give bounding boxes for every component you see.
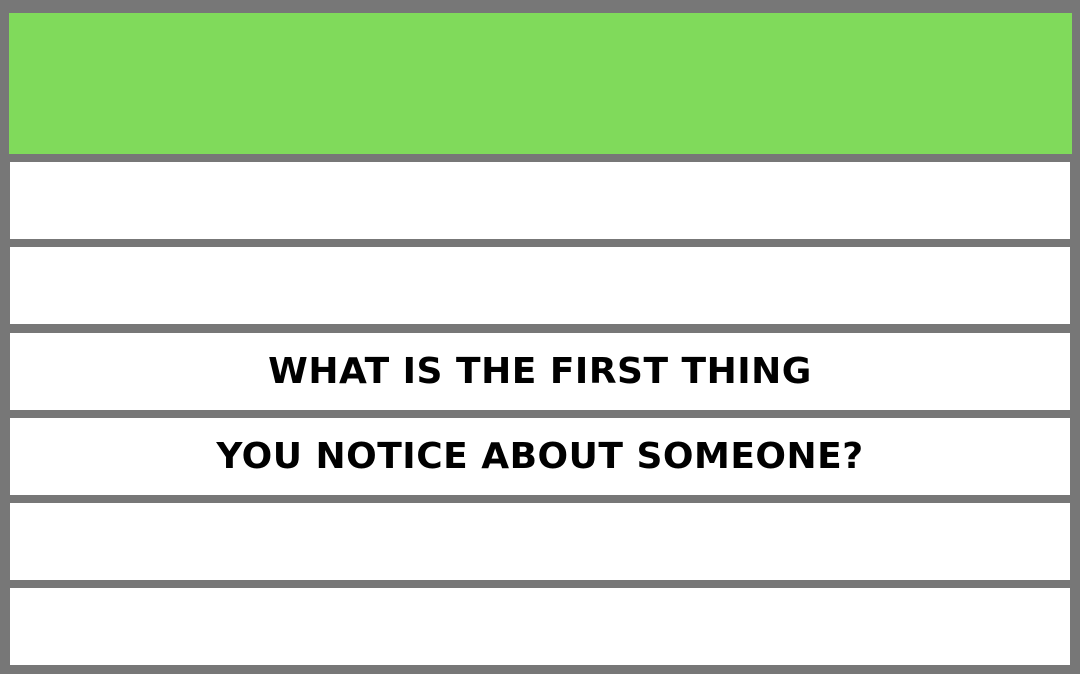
blank-line-row xyxy=(10,588,1070,665)
header-band xyxy=(9,13,1072,154)
question-line-2: YOU NOTICE ABOUT SOMEONE? xyxy=(216,436,864,477)
blank-line-row xyxy=(10,162,1070,239)
question-card: WHAT IS THE FIRST THING YOU NOTICE ABOUT… xyxy=(0,0,1080,674)
question-line-1: WHAT IS THE FIRST THING xyxy=(268,351,812,392)
blank-line-row xyxy=(10,247,1070,324)
question-line-row-1: WHAT IS THE FIRST THING xyxy=(10,333,1070,410)
question-line-row-2: YOU NOTICE ABOUT SOMEONE? xyxy=(10,418,1070,495)
blank-line-row xyxy=(10,503,1070,580)
